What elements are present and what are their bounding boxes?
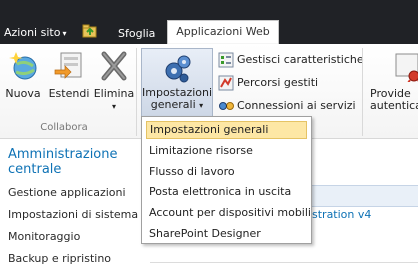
paths-icon [218, 75, 234, 91]
nuova-label: Nuova [5, 87, 41, 100]
provider-autenticazione-button[interactable]: Provide autenticaz [370, 50, 418, 112]
elimina-button[interactable]: Elimina ▾ [92, 50, 136, 113]
group-label-collabora: Collabora [40, 122, 88, 133]
nav-link-backup-ripristino[interactable]: Backup e ripristino [8, 252, 111, 265]
elimina-label-wrap: Elimina ▾ [92, 88, 136, 113]
central-admin-title[interactable]: Amministrazione centrale [8, 147, 118, 177]
menu-item-posta-elettronica[interactable]: Posta elettronica in uscita [146, 183, 307, 201]
menu-item-flusso-di-lavoro[interactable]: Flusso di lavoro [146, 163, 307, 181]
nuova-button[interactable]: Nuova [3, 50, 43, 100]
tab-sfoglia[interactable]: Sfoglia [118, 27, 155, 40]
navigate-up-icon[interactable] [82, 24, 98, 38]
menu-item-limitazione-risorse[interactable]: Limitazione risorse [146, 142, 307, 160]
new-web-app-icon [9, 52, 37, 80]
group-separator [136, 48, 137, 136]
delete-icon [101, 51, 127, 81]
impostazioni-label-line2: generali [150, 98, 196, 111]
top-bar: Azioni sito ▾ Sfoglia Applicazioni Web [0, 0, 418, 44]
tab-applicazioni-web[interactable]: Applicazioni Web [167, 20, 279, 44]
menu-item-impostazioni-generali[interactable]: Impostazioni generali [146, 121, 307, 139]
provide-label-line2: autenticaz [370, 99, 418, 112]
estendi-button[interactable]: Estendi [48, 50, 90, 100]
central-admin-title-line1: Amministrazione [8, 147, 118, 162]
site-actions-menu[interactable]: Azioni sito ▾ [4, 26, 66, 39]
left-navigation: Amministrazione centrale Gestione applic… [0, 139, 150, 271]
connessioni-ai-servizi-label: Connessioni ai servizi [237, 99, 356, 112]
menu-item-sharepoint-designer[interactable]: SharePoint Designer [146, 225, 307, 243]
features-icon [218, 52, 234, 68]
group-separator [362, 48, 363, 136]
elimina-label: Elimina [93, 87, 135, 100]
gestisci-caratteristiche-button[interactable]: Gestisci caratteristiche [218, 52, 364, 68]
impostazioni-generali-menu: Impostazioni generali Limitazione risors… [141, 116, 312, 244]
gestisci-caratteristiche-label: Gestisci caratteristiche [237, 53, 364, 66]
chevron-down-icon: ▾ [111, 102, 116, 111]
percorsi-gestiti-label: Percorsi gestiti [237, 76, 319, 89]
authentication-icon [395, 53, 418, 82]
gears-icon [165, 55, 191, 83]
impostazioni-label-line2-wrap: generali ▾ [142, 99, 212, 112]
site-actions-label: Azioni sito [4, 26, 61, 39]
divider [150, 262, 418, 263]
estendi-label: Estendi [48, 87, 90, 100]
chevron-down-icon: ▾ [199, 101, 204, 110]
connections-icon [219, 102, 234, 110]
nav-link-impostazioni-sistema[interactable]: Impostazioni di sistema [8, 208, 138, 221]
extend-icon [54, 52, 82, 79]
nav-link-monitoraggio[interactable]: Monitoraggio [8, 230, 80, 243]
menu-item-account-dispositivi-mobili[interactable]: Account per dispositivi mobili [146, 204, 311, 222]
central-admin-title-line2: centrale [8, 162, 62, 177]
nav-link-gestione-applicazioni[interactable]: Gestione applicazioni [8, 186, 126, 199]
web-app-name-link[interactable]: stration v4 [312, 208, 371, 221]
chevron-down-icon: ▾ [62, 29, 67, 38]
impostazioni-generali-button[interactable]: Impostazioni generali ▾ [141, 48, 213, 118]
connessioni-ai-servizi-button[interactable]: Connessioni ai servizi [218, 98, 356, 114]
percorsi-gestiti-button[interactable]: Percorsi gestiti [218, 75, 318, 91]
